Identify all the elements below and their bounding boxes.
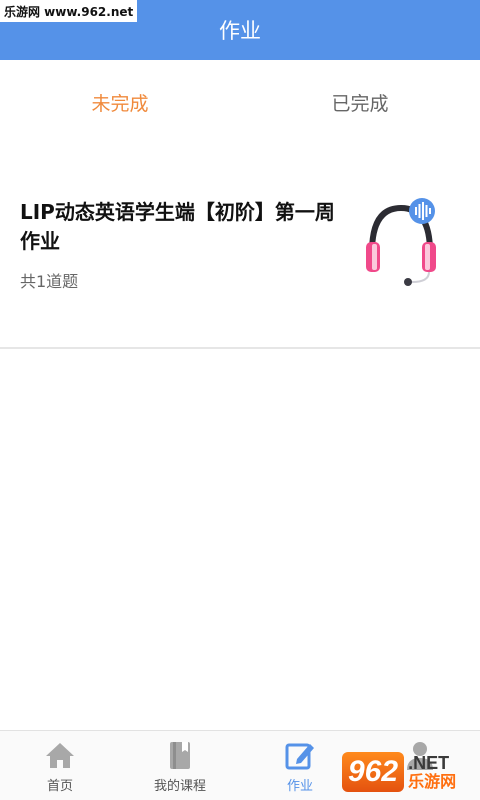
watermark-site-text: 乐游网 www.962.net [4,4,134,19]
home-icon [46,743,74,768]
tabbar-label-home: 首页 [46,779,73,794]
watermark-site-label: 乐游网 www.962.net [0,0,138,22]
homework-card[interactable]: LIP动态英语学生端【初阶】第一周作业 共1道题 [0,160,480,347]
tab-incomplete[interactable]: 未完成 [0,60,240,144]
book-icon [170,742,190,769]
watermark-logo: 962 .NET 乐游网 [342,748,480,796]
watermark-logo-net: .NET [408,753,450,773]
edit-icon [285,743,314,770]
card-divider [0,347,480,349]
headphones-icon [366,198,436,286]
homework-title: LIP动态英语学生端【初阶】第一周作业 [20,200,335,253]
tab-incomplete-label: 未完成 [91,92,149,115]
status-tabs: 未完成 已完成 [0,60,480,144]
homework-question-count: 共1道题 [20,272,79,291]
tab-completed-label: 已完成 [331,92,389,115]
tabbar-item-home[interactable]: 首页 [0,731,120,800]
watermark-logo-number: 962 [342,752,405,792]
tab-completed[interactable]: 已完成 [240,60,480,144]
tabbar-label-courses: 我的课程 [153,779,206,794]
watermark-logo-cn: 乐游网 [408,772,457,791]
page-title: 作业 [219,19,261,43]
tabbar-label-homework: 作业 [286,779,313,794]
tabbar-item-courses[interactable]: 我的课程 [120,731,240,800]
